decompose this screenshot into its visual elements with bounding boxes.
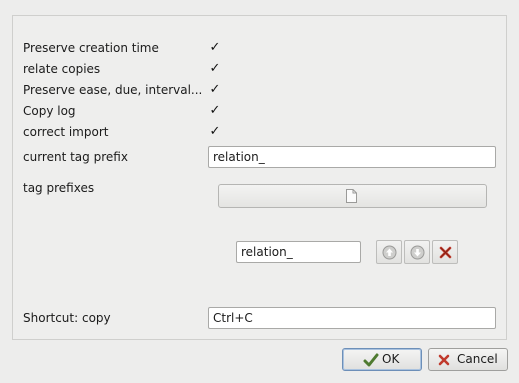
preserve-creation-time-checkbox[interactable]: ✓ bbox=[208, 41, 222, 55]
arrow-up-icon bbox=[382, 245, 397, 260]
move-down-button[interactable] bbox=[404, 240, 430, 264]
option-label-correct-import: correct import bbox=[23, 125, 109, 139]
option-label-preserve-ease: Preserve ease, due, interval... bbox=[23, 83, 203, 97]
move-up-button[interactable] bbox=[376, 240, 402, 264]
cancel-button[interactable]: Cancel bbox=[428, 348, 508, 371]
shortcut-label: Shortcut: copy bbox=[23, 311, 111, 325]
tag-prefix-entry-input[interactable] bbox=[236, 241, 361, 263]
cancel-label: Cancel bbox=[457, 352, 498, 366]
current-tag-prefix-label: current tag prefix bbox=[23, 150, 128, 164]
delete-entry-button[interactable] bbox=[432, 240, 458, 264]
option-label-relate-copies: relate copies bbox=[23, 62, 101, 76]
arrow-down-icon bbox=[410, 245, 425, 260]
add-tag-prefix-button[interactable] bbox=[218, 184, 487, 208]
option-label-preserve-creation-time: Preserve creation time bbox=[23, 41, 159, 55]
copy-log-checkbox[interactable]: ✓ bbox=[208, 104, 222, 118]
relate-copies-checkbox[interactable]: ✓ bbox=[208, 62, 222, 76]
correct-import-checkbox[interactable]: ✓ bbox=[208, 125, 222, 139]
checkmark-icon bbox=[363, 353, 379, 367]
ok-button[interactable]: OK bbox=[342, 348, 422, 371]
cancel-icon bbox=[438, 354, 450, 366]
shortcut-input[interactable] bbox=[208, 307, 496, 329]
current-tag-prefix-input[interactable] bbox=[208, 146, 496, 168]
ok-label: OK bbox=[382, 352, 400, 366]
tag-prefixes-label: tag prefixes bbox=[23, 181, 95, 195]
preserve-ease-checkbox[interactable]: ✓ bbox=[208, 83, 222, 97]
document-icon bbox=[346, 189, 357, 203]
option-label-copy-log: Copy log bbox=[23, 104, 76, 118]
delete-icon bbox=[439, 246, 452, 259]
